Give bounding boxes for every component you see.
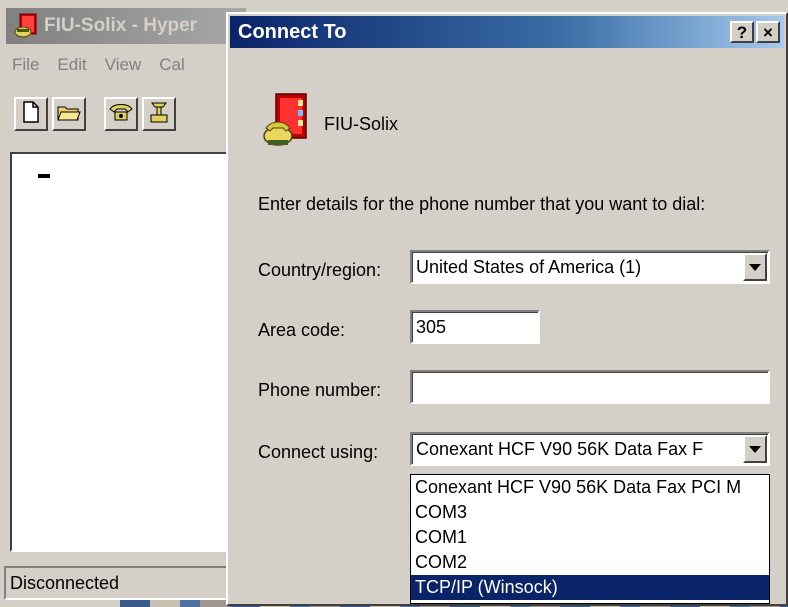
connect-using-options-list: Conexant HCF V90 56K Data Fax PCI M COM3…	[410, 474, 770, 604]
phone-icon	[108, 102, 134, 127]
connect-using-value: Conexant HCF V90 56K Data Fax F	[416, 438, 704, 459]
close-icon: ×	[763, 22, 773, 42]
area-code-value: 305	[416, 316, 447, 337]
option-com1[interactable]: COM1	[411, 525, 769, 550]
chevron-down-icon	[749, 263, 761, 271]
new-document-icon	[21, 100, 41, 128]
phone-book-icon	[262, 92, 310, 150]
hang-up-phone-icon	[147, 100, 171, 129]
option-tcpip-winsock[interactable]: TCP/IP (Winsock)	[411, 575, 769, 600]
hyperterminal-titlebar: FIU-Solix - Hyper	[6, 8, 246, 44]
disconnect-button[interactable]	[142, 97, 176, 131]
country-dropdown-button[interactable]	[743, 253, 767, 281]
connect-using-label: Connect using:	[258, 442, 379, 462]
menu-call[interactable]: Cal	[159, 55, 185, 75]
close-button[interactable]: ×	[756, 21, 780, 43]
connect-using-select[interactable]: Conexant HCF V90 56K Data Fax F	[410, 432, 770, 466]
status-bar: Disconnected	[4, 566, 254, 600]
country-label: Country/region:	[258, 260, 382, 280]
menu-view[interactable]: View	[105, 55, 142, 75]
hyperterminal-menubar: File Edit View Cal	[6, 50, 252, 80]
help-button[interactable]: ?	[730, 21, 754, 43]
connect-to-dialog: Connect To ? × FIU-Solix Enter details f…	[226, 12, 788, 606]
chevron-down-icon	[749, 445, 761, 453]
menu-file[interactable]: File	[12, 55, 39, 75]
area-code-field[interactable]: 305	[410, 310, 540, 344]
phone-number-label: Phone number:	[258, 380, 382, 400]
menu-edit[interactable]: Edit	[57, 55, 86, 75]
connect-using-dropdown-button[interactable]	[743, 435, 767, 463]
hyperterminal-phone-icon	[14, 13, 40, 39]
option-com3[interactable]: COM3	[411, 500, 769, 525]
option-com2[interactable]: COM2	[411, 550, 769, 575]
open-button[interactable]	[52, 97, 86, 131]
help-icon: ?	[736, 22, 748, 42]
hyperterminal-toolbar	[6, 92, 254, 136]
option-conexant[interactable]: Conexant HCF V90 56K Data Fax PCI M	[411, 475, 769, 500]
new-button[interactable]	[14, 97, 48, 131]
dialog-titlebar[interactable]: Connect To ? ×	[230, 16, 784, 48]
connection-name: FIU-Solix	[324, 114, 399, 134]
text-cursor	[38, 174, 50, 178]
call-button[interactable]	[104, 97, 138, 131]
instructions-text: Enter details for the phone number that …	[258, 194, 706, 214]
phone-number-field[interactable]	[410, 370, 770, 404]
terminal-area[interactable]	[10, 152, 248, 552]
country-value: United States of America (1)	[416, 256, 642, 277]
connection-status: Disconnected	[10, 572, 120, 593]
country-select[interactable]: United States of America (1)	[410, 250, 770, 284]
hyperterminal-title: FIU-Solix - Hyper	[44, 15, 198, 36]
open-folder-icon	[57, 102, 81, 127]
area-code-label: Area code:	[258, 320, 346, 340]
dialog-title: Connect To	[238, 20, 347, 43]
